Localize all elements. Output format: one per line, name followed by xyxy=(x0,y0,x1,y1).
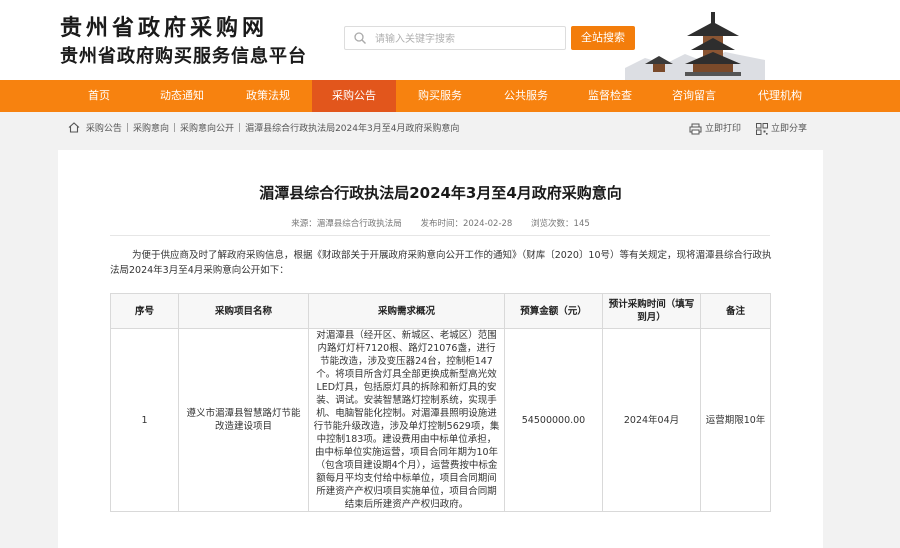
search-box xyxy=(344,26,566,50)
breadcrumb-item[interactable]: 采购意向 xyxy=(133,121,169,134)
article-intro: 为便于供应商及时了解政府采购信息，根据《财政部关于开展政府采购意向公开工作的通知… xyxy=(110,250,772,276)
column-header-remark: 备注 xyxy=(700,293,771,329)
article-view-count: 浏览次数：145 xyxy=(531,219,590,229)
site-subtitle: 贵州省政府购买服务信息平台 xyxy=(60,46,307,67)
breadcrumb-separator: | xyxy=(125,122,129,133)
cell-remark: 运营期限10年 xyxy=(700,328,771,512)
column-header-budget: 预算金额（元） xyxy=(504,293,603,329)
cell-overview: 对湄潭县（经开区、新城区、老城区）范围内路灯灯杆7120根、路灯21076盏，进… xyxy=(308,328,505,512)
nav-item-policy[interactable]: 政策法规 xyxy=(226,80,310,112)
print-button[interactable]: 立即打印 xyxy=(689,121,741,135)
article-publish-time: 发布时间：2024-02-28 xyxy=(420,219,513,229)
search-input[interactable] xyxy=(373,29,562,49)
print-label: 立即打印 xyxy=(705,124,742,134)
print-icon xyxy=(689,123,702,134)
cell-index: 1 xyxy=(110,328,179,512)
home-icon[interactable] xyxy=(68,122,80,133)
article-card: 湄潭县综合行政执法局2024年3月至4月政府采购意向 来源：湄潭县综合行政执法局… xyxy=(58,150,823,548)
divider xyxy=(110,235,770,236)
search-icon xyxy=(354,32,366,44)
breadcrumb-separator: | xyxy=(238,122,242,133)
main-nav: 首页 动态通知 政策法规 采购公告 购买服务 公共服务 监督检查 咨询留言 代理… xyxy=(0,80,900,112)
breadcrumb-separator: | xyxy=(172,122,176,133)
nav-item-purchase-services[interactable]: 购买服务 xyxy=(398,80,482,112)
site-header: 贵州省政府采购网 贵州省政府购买服务信息平台 全站搜索 xyxy=(0,0,900,80)
column-header-overview: 采购需求概况 xyxy=(308,293,505,329)
breadcrumb: 采购公告 | 采购意向 | 采购意向公开 | 湄潭县综合行政执法局2024年3月至4月政府采… xyxy=(68,121,459,135)
procurement-table: 序号 采购项目名称 采购需求概况 预算金额（元） 预计采购时间（填写到月） 备注… xyxy=(110,293,771,512)
breadcrumb-item[interactable]: 采购公告 xyxy=(86,121,122,134)
column-header-index: 序号 xyxy=(110,293,179,329)
share-button[interactable]: 立即分享 xyxy=(756,121,807,135)
column-header-time: 预计采购时间（填写到月） xyxy=(602,293,701,329)
cell-project-name: 遵义市湄潭县智慧路灯节能改造建设项目 xyxy=(178,328,309,512)
nav-item-procurement-notice[interactable]: 采购公告 xyxy=(312,80,396,112)
table-header-row: 序号 采购项目名称 采购需求概况 预算金额（元） 预计采购时间（填写到月） 备注 xyxy=(110,293,771,329)
nav-item-agencies[interactable]: 代理机构 xyxy=(738,80,822,112)
qr-code-icon xyxy=(756,122,768,135)
breadcrumb-current: 湄潭县综合行政执法局2024年3月至4月政府采购意向 xyxy=(245,124,460,134)
article-source: 来源：湄潭县综合行政执法局 xyxy=(291,219,402,229)
nav-item-public-services[interactable]: 公共服务 xyxy=(484,80,568,112)
article-meta: 来源：湄潭县综合行政执法局 发布时间：2024-02-28 浏览次数：145 xyxy=(58,217,823,229)
nav-item-consultation[interactable]: 咨询留言 xyxy=(652,80,736,112)
site-title[interactable]: 贵州省政府采购网 xyxy=(60,10,268,42)
article-title: 湄潭县综合行政执法局2024年3月至4月政府采购意向 xyxy=(259,184,622,202)
cell-budget: 54500000.00 xyxy=(504,328,603,512)
nav-item-news[interactable]: 动态通知 xyxy=(140,80,224,112)
nav-item-home[interactable]: 首页 xyxy=(68,80,130,112)
breadcrumb-item[interactable]: 采购意向公开 xyxy=(180,121,234,134)
nav-item-supervision[interactable]: 监督检查 xyxy=(568,80,652,112)
column-header-name: 采购项目名称 xyxy=(178,293,309,329)
cell-time: 2024年04月 xyxy=(602,328,701,512)
share-label: 立即分享 xyxy=(771,124,808,134)
pagoda-logo xyxy=(625,12,765,80)
table-row: 1 遵义市湄潭县智慧路灯节能改造建设项目 对湄潭县（经开区、新城区、老城区）范围… xyxy=(110,328,771,512)
